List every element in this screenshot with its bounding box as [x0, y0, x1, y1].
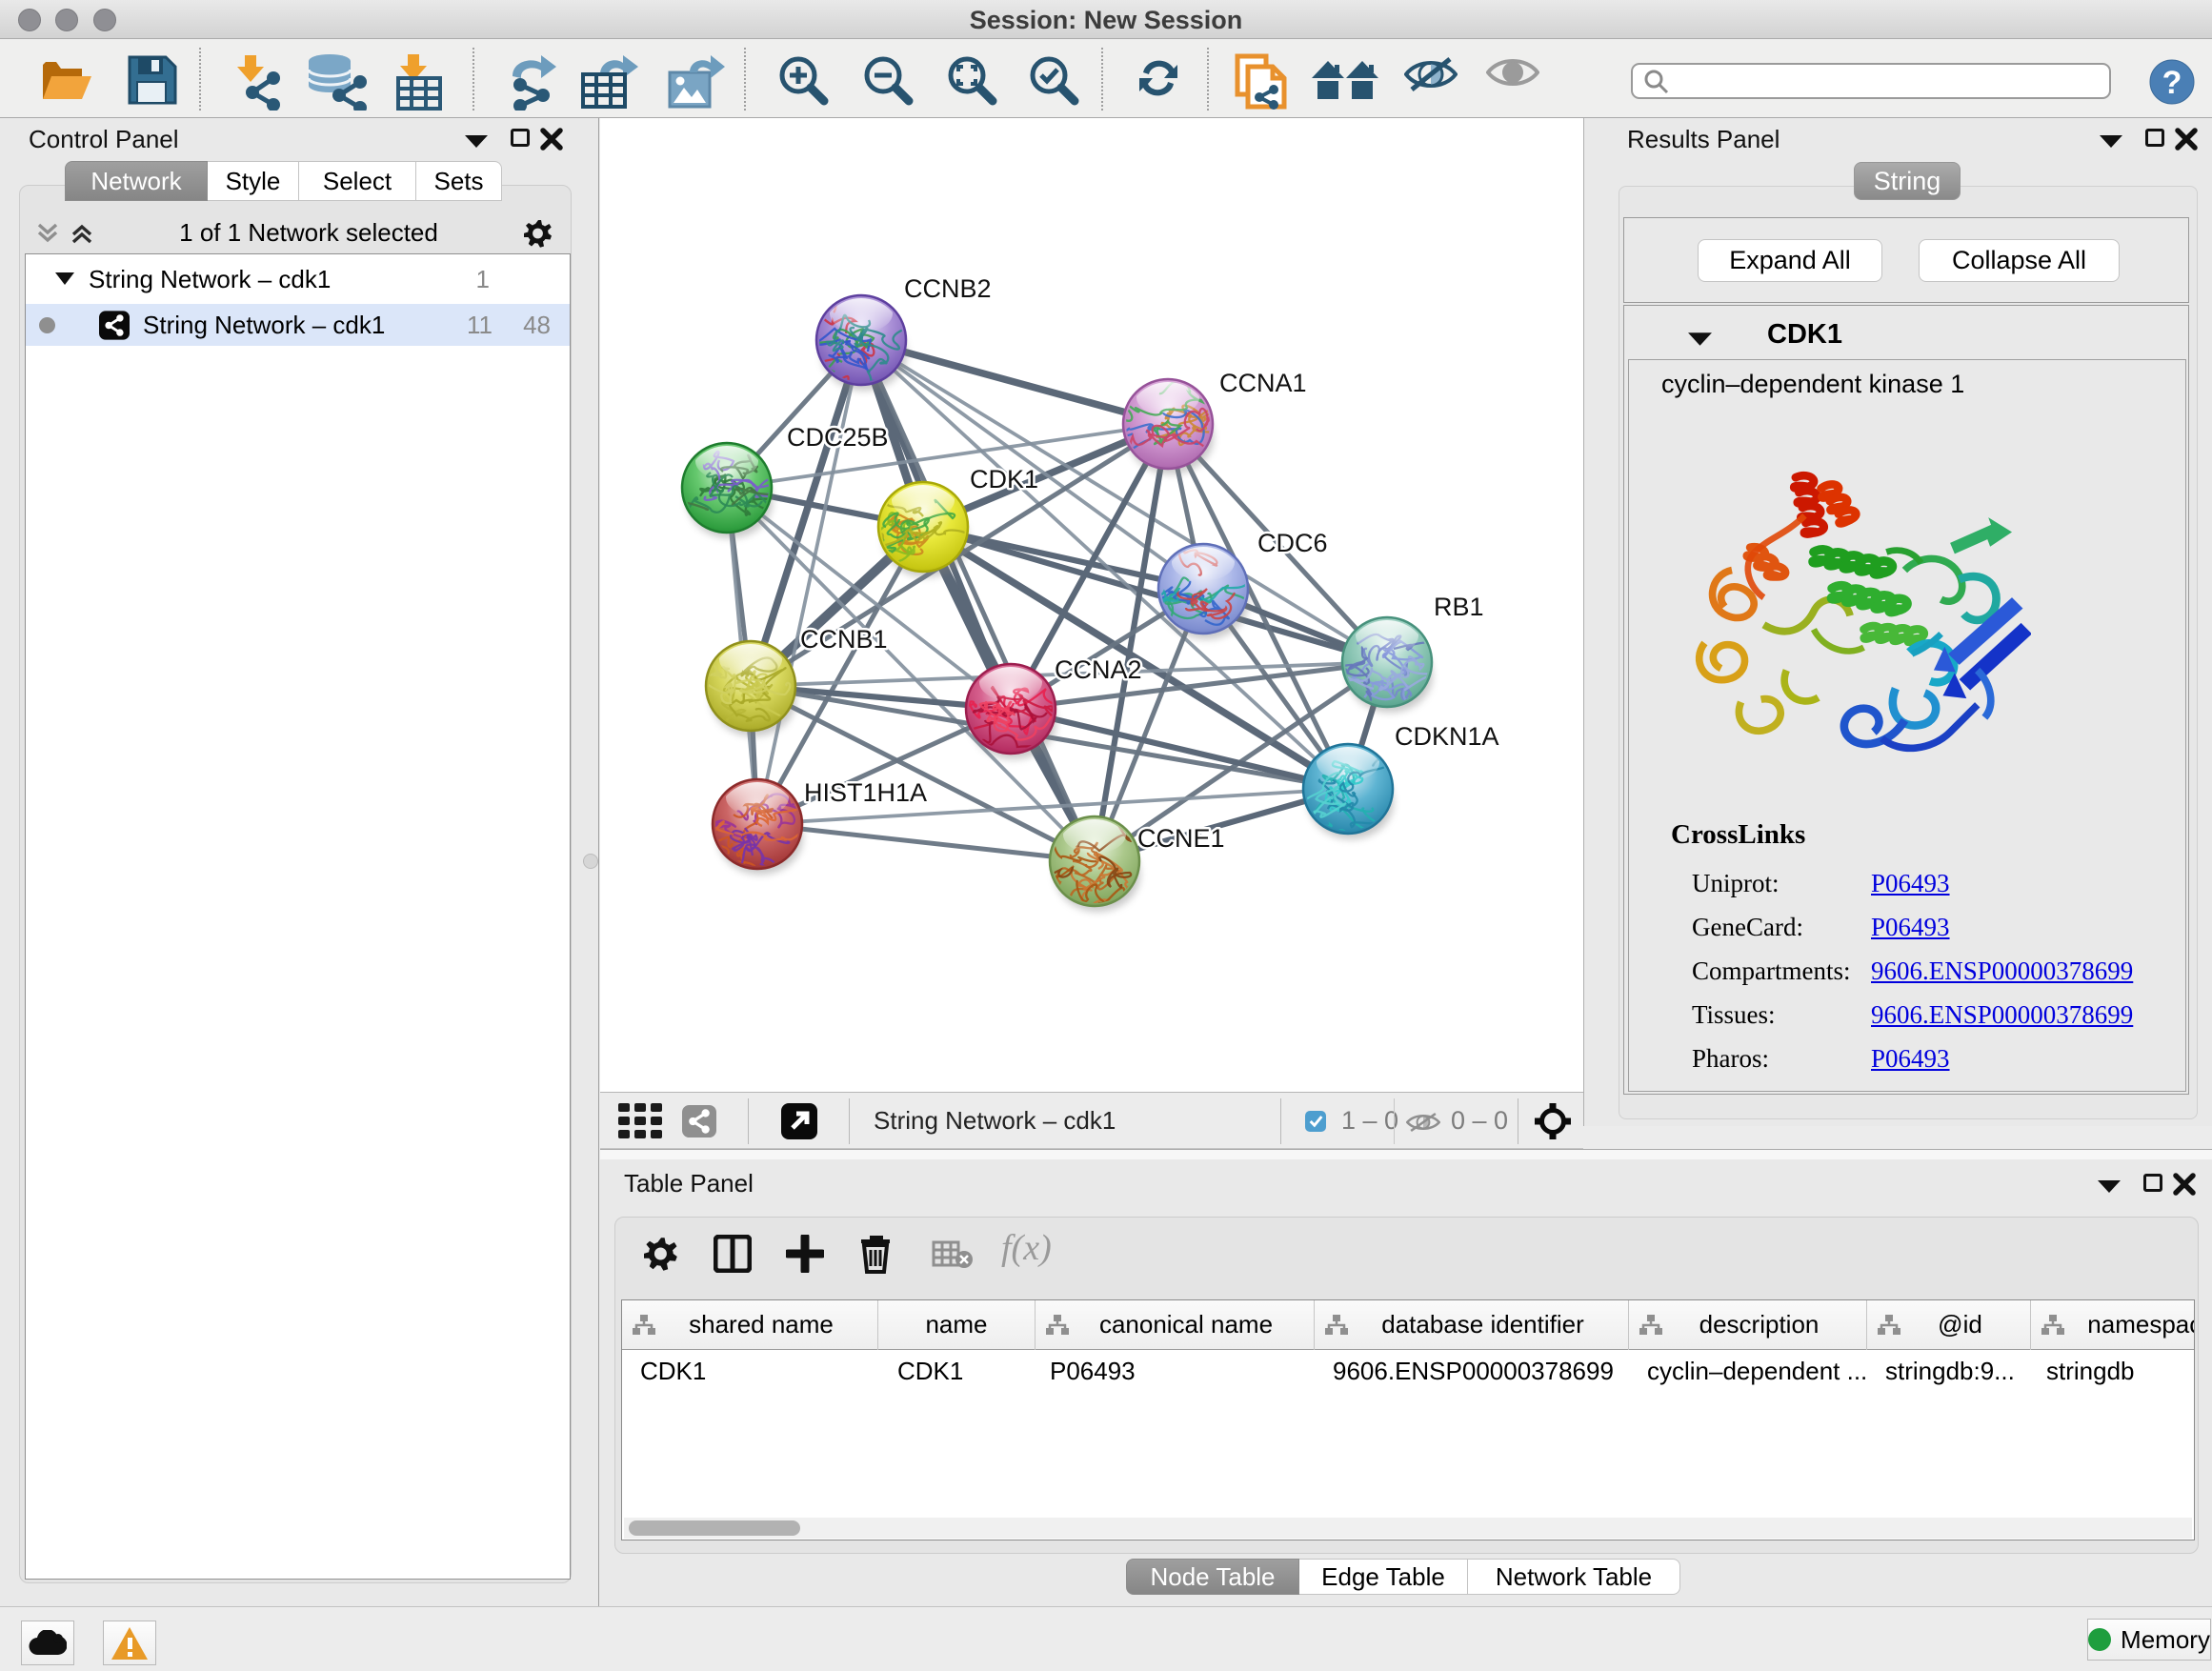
- svg-text:CDKN1A: CDKN1A: [1395, 722, 1499, 751]
- svg-text:CDK1: CDK1: [970, 465, 1038, 493]
- svg-text:CDC25B: CDC25B: [787, 423, 889, 452]
- svg-text:CCNB1: CCNB1: [800, 625, 888, 654]
- svg-text:RB1: RB1: [1434, 593, 1484, 621]
- svg-text:HIST1H1A: HIST1H1A: [804, 778, 927, 807]
- svg-text:CDC6: CDC6: [1257, 529, 1328, 557]
- svg-text:CCNA1: CCNA1: [1219, 369, 1307, 397]
- svg-text:CCNB2: CCNB2: [904, 274, 992, 303]
- svg-text:?: ?: [2162, 65, 2182, 101]
- svg-text:CCNA2: CCNA2: [1055, 655, 1142, 684]
- svg-text:CCNE1: CCNE1: [1137, 824, 1225, 853]
